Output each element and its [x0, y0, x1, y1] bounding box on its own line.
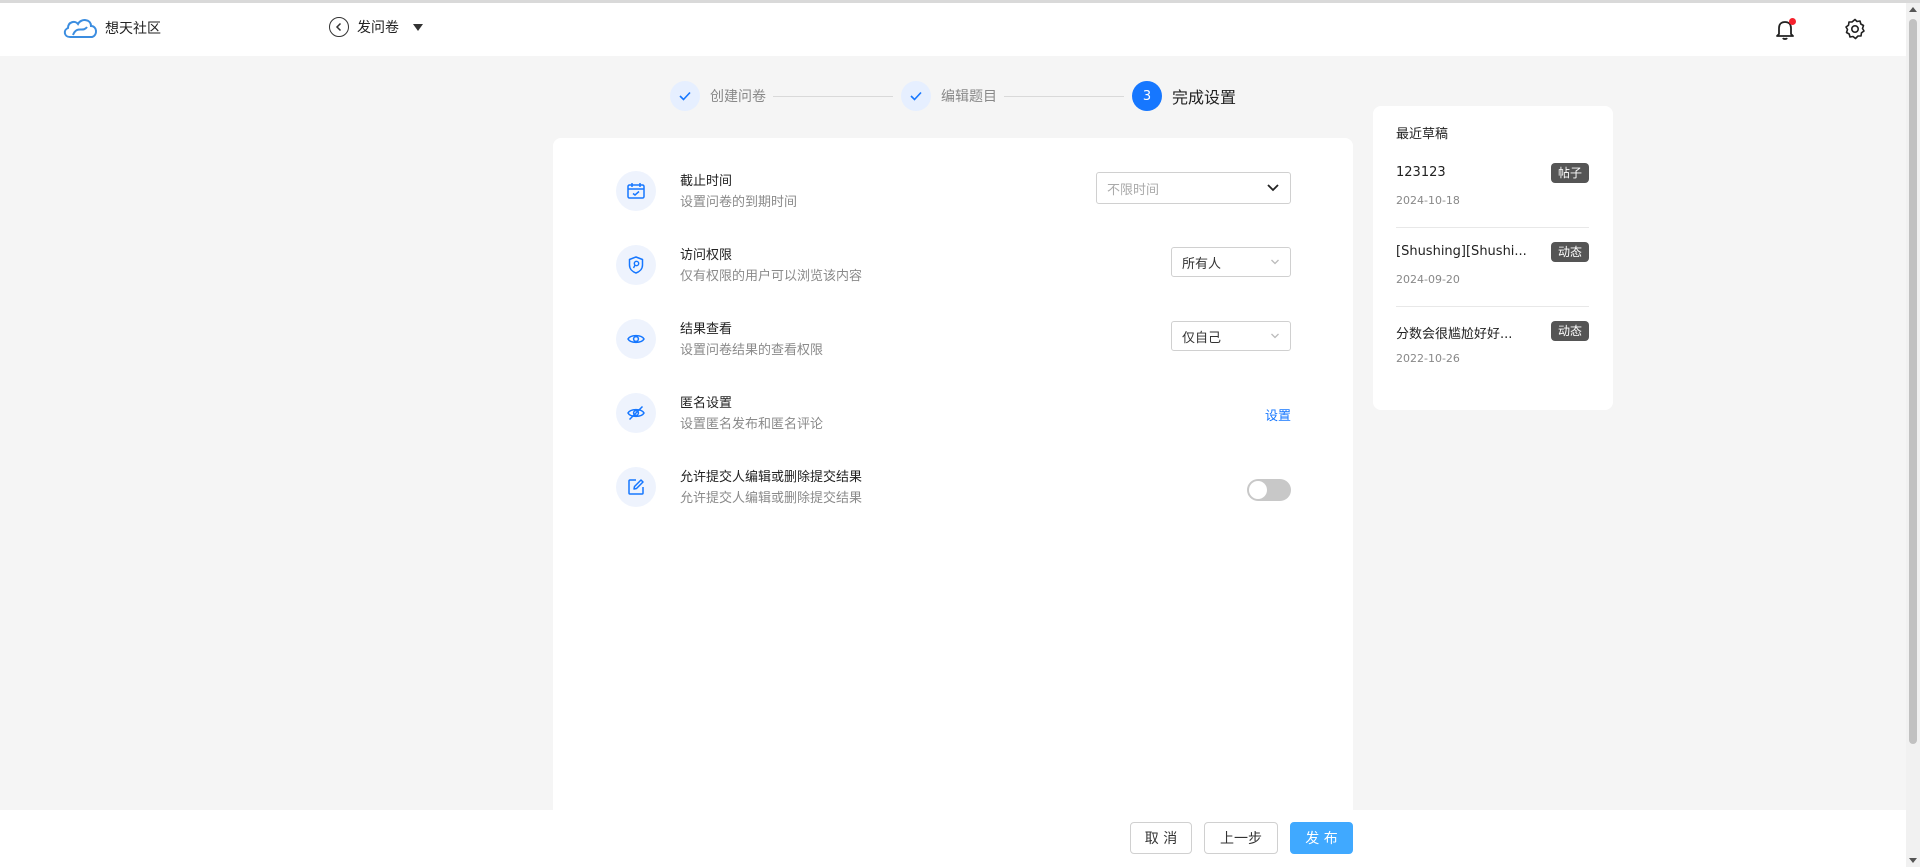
- setting-edit-permission: 允许提交人编辑或删除提交结果 允许提交人编辑或删除提交结果: [616, 463, 1291, 513]
- calendar-icon: [616, 171, 656, 211]
- deadline-select[interactable]: 不限时间: [1096, 172, 1291, 204]
- draft-date: 2024-10-18: [1396, 194, 1460, 207]
- back-button[interactable]: 发问卷: [329, 17, 423, 37]
- scroll-down-icon[interactable]: [1909, 858, 1917, 863]
- select-value: 仅自己: [1182, 330, 1222, 346]
- chevron-down-icon: [1271, 333, 1279, 339]
- setting-desc: 仅有权限的用户可以浏览该内容: [680, 269, 863, 284]
- eye-icon: [616, 319, 656, 359]
- setting-title: 结果查看: [680, 322, 733, 337]
- setting-title: 匿名设置: [680, 396, 733, 411]
- step-number: 3: [1132, 81, 1162, 111]
- bell-icon[interactable]: [1773, 17, 1797, 41]
- setting-desc: 设置匿名发布和匿名评论: [680, 417, 824, 432]
- setting-desc: 设置问卷的到期时间: [680, 195, 798, 210]
- shield-icon: [616, 245, 656, 285]
- edit-permission-toggle[interactable]: [1247, 479, 1291, 501]
- step-label: 编辑题目: [941, 89, 997, 105]
- step-edit: 编辑题目: [901, 81, 997, 111]
- header: 想天社区 发问卷: [0, 3, 1906, 56]
- draft-title: [Shushing][Shushi...: [1396, 244, 1527, 259]
- divider: [1396, 306, 1589, 307]
- setting-title: 允许提交人编辑或删除提交结果: [680, 470, 863, 485]
- toggle-knob: [1249, 481, 1267, 499]
- step-label: 创建问卷: [710, 89, 766, 105]
- draft-date: 2024-09-20: [1396, 273, 1460, 286]
- publish-button[interactable]: 发 布: [1290, 822, 1353, 854]
- access-select[interactable]: 所有人: [1171, 247, 1291, 277]
- scroll-up-icon[interactable]: [1909, 7, 1917, 12]
- logo[interactable]: 想天社区: [61, 15, 161, 41]
- back-arrow-icon: [329, 17, 349, 37]
- check-icon: [901, 81, 931, 111]
- recent-drafts-panel: 最近草稿 123123 帖子 2024-10-18 [Shushing][Shu…: [1373, 106, 1613, 410]
- step-create: 创建问卷: [670, 81, 766, 111]
- setting-title: 截止时间: [680, 174, 733, 189]
- draft-item[interactable]: 分数会很尴尬好好... 动态 2022-10-26: [1396, 321, 1589, 393]
- edit-icon: [616, 467, 656, 507]
- draft-tag: 动态: [1550, 242, 1589, 262]
- draft-item[interactable]: [Shushing][Shushi... 动态 2024-09-20: [1396, 242, 1589, 314]
- step-label: 完成设置: [1172, 88, 1237, 107]
- footer-bar: 取 消 上一步 发 布: [0, 810, 1906, 867]
- setting-results: 结果查看 设置问卷结果的查看权限 仅自己: [616, 315, 1291, 365]
- page-title: 发问卷: [357, 20, 399, 36]
- setting-access: 访问权限 仅有权限的用户可以浏览该内容 所有人: [616, 241, 1291, 291]
- app-name: 想天社区: [105, 21, 161, 37]
- chevron-down-icon: [1271, 259, 1279, 265]
- gear-icon[interactable]: [1843, 17, 1867, 41]
- chevron-down-icon: [1267, 184, 1279, 192]
- cancel-button[interactable]: 取 消: [1130, 822, 1192, 854]
- anonymous-settings-link[interactable]: 设置: [1265, 405, 1291, 424]
- caret-down-icon[interactable]: [413, 23, 423, 31]
- step-connector: [773, 96, 893, 97]
- draft-tag: 动态: [1550, 321, 1589, 341]
- divider: [1396, 227, 1589, 228]
- draft-item[interactable]: 123123 帖子 2024-10-18: [1396, 163, 1589, 235]
- setting-desc: 允许提交人编辑或删除提交结果: [680, 491, 863, 506]
- step-finish: 3 完成设置: [1132, 81, 1236, 111]
- cloud-logo-icon: [63, 19, 97, 38]
- results-select[interactable]: 仅自己: [1171, 321, 1291, 351]
- setting-anonymous: 匿名设置 设置匿名发布和匿名评论 设置: [616, 389, 1291, 439]
- drafts-title: 最近草稿: [1396, 127, 1449, 142]
- draft-title: 123123: [1396, 165, 1446, 180]
- eye-off-icon: [616, 393, 656, 433]
- setting-deadline: 截止时间 设置问卷的到期时间 不限时间: [616, 167, 1291, 217]
- select-value: 不限时间: [1107, 182, 1160, 198]
- draft-date: 2022-10-26: [1396, 352, 1460, 365]
- setting-desc: 设置问卷结果的查看权限: [680, 343, 824, 358]
- check-icon: [670, 81, 700, 111]
- draft-tag: 帖子: [1550, 163, 1589, 183]
- step-connector: [1004, 96, 1124, 97]
- previous-step-button[interactable]: 上一步: [1204, 822, 1278, 854]
- scrollbar-thumb[interactable]: [1909, 19, 1917, 744]
- draft-title: 分数会很尴尬好好...: [1396, 327, 1513, 342]
- settings-card: 截止时间 设置问卷的到期时间 不限时间 访问权限 仅有权限的用户可以浏览该内容 …: [553, 138, 1353, 867]
- notification-dot: [1789, 18, 1796, 25]
- scrollbar[interactable]: [1906, 3, 1920, 867]
- setting-title: 访问权限: [680, 248, 733, 263]
- select-value: 所有人: [1182, 256, 1222, 272]
